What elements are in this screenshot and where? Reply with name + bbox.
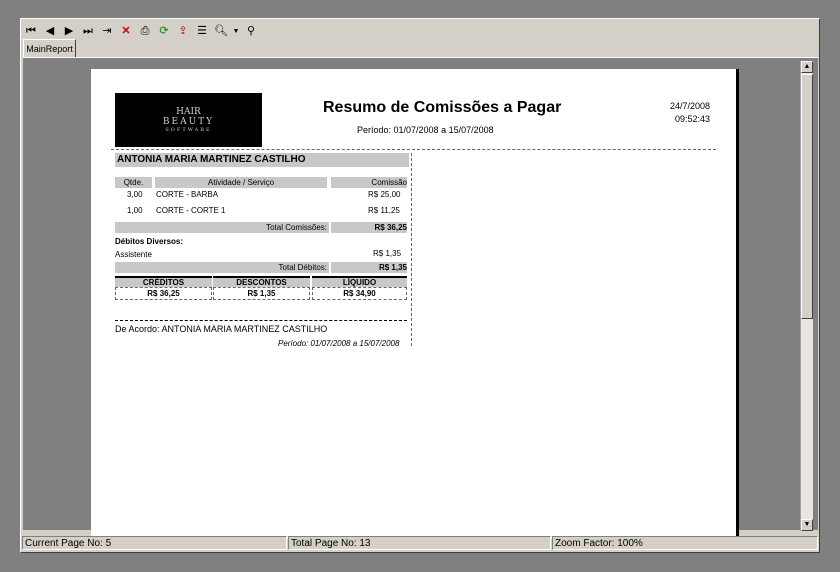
report-date: 24/7/2008 bbox=[669, 101, 710, 111]
search-icon[interactable]: ⚲ bbox=[243, 23, 259, 39]
periodo-footer: Período: 01/07/2008 a 15/07/2008 bbox=[278, 339, 400, 348]
liquido-header: LÍQUIDO bbox=[312, 276, 407, 287]
tree-icon[interactable]: ☰ bbox=[194, 23, 210, 39]
row-comissao: R$ 11,25 bbox=[368, 206, 400, 215]
report-period: Período: 01/07/2008 a 15/07/2008 bbox=[357, 125, 494, 135]
debito-item: Assistente bbox=[115, 250, 152, 259]
creditos-value: R$ 36,25 bbox=[115, 287, 212, 300]
zoom-status: Zoom Factor: 100% bbox=[552, 536, 818, 550]
logo: HAIR BEAUTY SOFTWARE bbox=[115, 93, 262, 147]
total-debitos-label: Total Débitos: bbox=[115, 262, 329, 273]
toolbar: ⏮ ◀ ▶ ⏭ ⇥ ✕ ⎙ ⟳ ⇪ ☰ 🔍︎ ▼ ⚲ bbox=[23, 21, 259, 41]
report-page: HAIR BEAUTY SOFTWARE Resumo de Comissões… bbox=[91, 69, 736, 539]
report-panel: HAIR BEAUTY SOFTWARE Resumo de Comissões… bbox=[23, 57, 818, 539]
report-title: Resumo de Comissões a Pagar bbox=[323, 99, 562, 116]
descontos-value: R$ 1,35 bbox=[213, 287, 310, 300]
total-pages-status: Total Page No: 13 bbox=[288, 536, 551, 550]
scroll-thumb[interactable] bbox=[801, 74, 813, 319]
row-servico: CORTE - BARBA bbox=[156, 190, 219, 199]
creditos-header: CRÉDITOS bbox=[115, 276, 212, 287]
employee-name: ANTONIA MARIA MARTINEZ CASTILHO bbox=[115, 153, 409, 167]
report-viewer-window: ⏮ ◀ ▶ ⏭ ⇥ ✕ ⎙ ⟳ ⇪ ☰ 🔍︎ ▼ ⚲ MainReport HA… bbox=[20, 18, 820, 553]
descontos-header: DESCONTOS bbox=[213, 276, 310, 287]
signature-line bbox=[115, 320, 407, 321]
scroll-up-button[interactable]: ▲ bbox=[801, 61, 813, 73]
row-qtde: 1,00 bbox=[127, 206, 143, 215]
print-icon[interactable]: ⎙ bbox=[137, 23, 153, 39]
total-comissoes-value: R$ 36,25 bbox=[331, 222, 407, 233]
total-debitos-value: R$ 1,35 bbox=[331, 262, 407, 273]
debitos-heading: Débitos Diversos: bbox=[115, 237, 184, 246]
row-qtde: 3,00 bbox=[127, 190, 143, 199]
last-page-icon[interactable]: ⏭ bbox=[80, 23, 96, 39]
next-page-icon[interactable]: ▶ bbox=[61, 23, 77, 39]
current-page-status: Current Page No: 5 bbox=[22, 536, 287, 550]
col-qtde-header: Qtde. bbox=[115, 177, 152, 188]
tab-mainreport[interactable]: MainReport bbox=[23, 39, 76, 57]
goto-page-icon[interactable]: ⇥ bbox=[99, 23, 115, 39]
total-comissoes-label: Total Comissões: bbox=[115, 222, 329, 233]
divider bbox=[411, 153, 412, 346]
logo-text: SOFTWARE bbox=[165, 127, 212, 133]
report-datetime: 24/7/2008 09:52:43 bbox=[670, 100, 710, 126]
de-acordo: De Acordo: ANTONIA MARIA MARTINEZ CASTIL… bbox=[115, 324, 328, 334]
zoom-dropdown-icon[interactable]: ▼ bbox=[232, 23, 240, 39]
refresh-icon[interactable]: ⟳ bbox=[156, 23, 172, 39]
prev-page-icon[interactable]: ◀ bbox=[42, 23, 58, 39]
status-bar: Current Page No: 5 Total Page No: 13 Zoo… bbox=[0, 536, 840, 552]
debito-valor: R$ 1,35 bbox=[373, 249, 402, 258]
liquido-value: R$ 34,90 bbox=[312, 287, 407, 300]
divider bbox=[111, 149, 716, 150]
vertical-scrollbar[interactable]: ▲ ▼ bbox=[800, 61, 813, 531]
logo-text: BEAUTY bbox=[162, 117, 215, 127]
col-atividade-header: Atividade / Serviço bbox=[155, 177, 327, 188]
close-icon[interactable]: ✕ bbox=[118, 23, 134, 39]
first-page-icon[interactable]: ⏮ bbox=[23, 23, 39, 39]
row-comissao: R$ 25,00 bbox=[368, 190, 401, 199]
row-servico: CORTE - CORTE 1 bbox=[156, 206, 226, 215]
report-time: 09:52:43 bbox=[674, 114, 710, 124]
col-comissao-header: Comissão bbox=[331, 177, 407, 188]
export-icon[interactable]: ⇪ bbox=[175, 23, 191, 39]
scroll-down-button[interactable]: ▼ bbox=[801, 519, 813, 531]
zoom-icon[interactable]: 🔍︎ bbox=[213, 23, 229, 39]
logo-text: HAIR bbox=[176, 107, 201, 117]
